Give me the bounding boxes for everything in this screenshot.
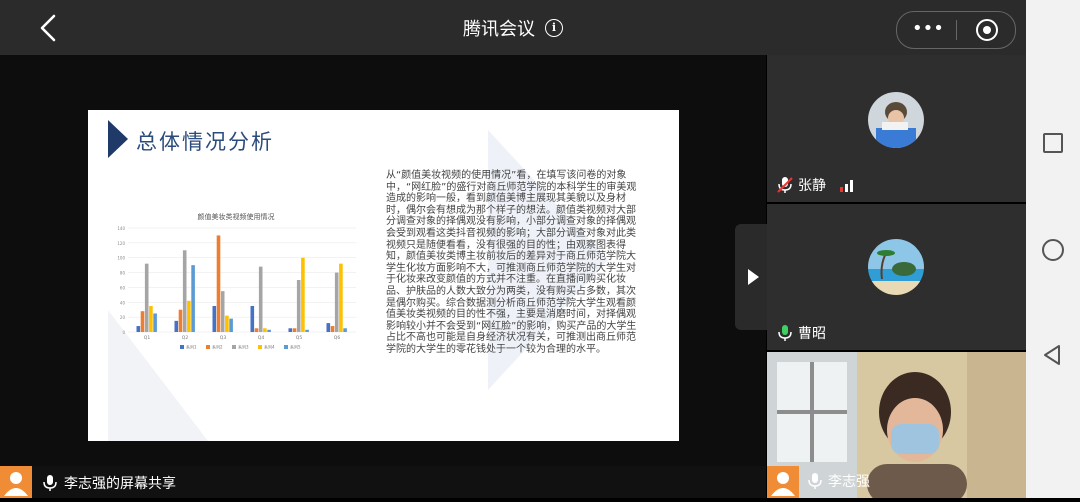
participant-name: 李志强 [828, 474, 870, 490]
bar [250, 306, 255, 332]
bar-chart: 颜值美妆类视频使用情况 0 20 40 60 80 100 120 140 Q1 Q2 Q3 Q4 Q5… [110, 212, 362, 352]
y-tick-label: 120 [117, 241, 125, 246]
user-icon [771, 472, 795, 496]
y-tick-label: 20 [120, 315, 126, 320]
bar [267, 329, 271, 332]
participant-label: 张静 [777, 175, 855, 195]
y-tick-label: 100 [117, 256, 125, 261]
legend-label: 系列2 [212, 344, 223, 350]
avatar-beach-image [868, 239, 924, 295]
bar [225, 315, 229, 332]
bar [149, 306, 153, 332]
bar [220, 291, 225, 332]
y-tick-label: 0 [122, 330, 125, 335]
y-tick-label: 60 [120, 285, 126, 290]
bar [263, 328, 267, 332]
info-icon[interactable]: i [545, 18, 563, 37]
share-label-text: 李志强的屏幕共享 [64, 476, 176, 492]
participant-tile-3[interactable]: 李志强 [767, 352, 1026, 498]
chart-title: 颜值美妆类视频使用情况 [197, 213, 275, 221]
x-tick-label: Q3 [220, 335, 227, 341]
more-options-icon[interactable]: ••• [912, 12, 944, 48]
bar [216, 235, 221, 332]
nav-back-icon[interactable] [1040, 343, 1064, 367]
x-tick-label: Q1 [144, 335, 151, 341]
legend-swatch [258, 345, 262, 349]
legend-swatch [232, 345, 236, 349]
bar [212, 306, 217, 332]
mic-icon [808, 473, 822, 489]
avatar [868, 239, 924, 295]
close-target-icon[interactable] [976, 19, 998, 41]
bar [258, 266, 263, 332]
title-group: 腾讯会议 i [0, 0, 1026, 55]
sharer-avatar [0, 466, 32, 498]
avatar [868, 92, 924, 148]
bar [330, 326, 335, 332]
home-icon[interactable] [1042, 239, 1064, 261]
bar [174, 320, 179, 332]
legend-swatch [284, 345, 288, 349]
bar [301, 257, 305, 332]
bar [326, 323, 331, 332]
y-tick-label: 80 [120, 271, 126, 276]
bar [343, 328, 347, 332]
bar [140, 311, 145, 332]
x-tick-label: Q5 [296, 335, 303, 341]
bar [288, 328, 293, 332]
share-label-strip: 李志强的屏幕共享 [0, 466, 766, 498]
slide-title: 总体情况分析 [136, 130, 274, 154]
participant-tile-2[interactable]: 曹昭 [767, 204, 1026, 350]
meeting-title: 腾讯会议 [463, 18, 535, 40]
bar [305, 329, 309, 332]
recent-apps-icon[interactable] [1043, 133, 1063, 153]
chart-svg: 0 20 40 60 80 100 120 140 Q1 Q2 Q3 Q4 Q5 Q6 系列1 系列2 系列3 系… [117, 226, 356, 350]
avatar-child-image [868, 92, 924, 148]
participant-label: 曹昭 [777, 323, 826, 343]
avatar-placeholder [767, 466, 799, 498]
bar [296, 280, 301, 332]
mini-program-capsule: ••• [896, 11, 1016, 49]
shared-slide: 总体情况分析 颜值美妆类视频使用情况 0 20 40 60 80 100 120 140 Q1 Q… [88, 110, 679, 441]
bar [144, 263, 149, 332]
mic-icon [43, 475, 57, 491]
bar [339, 263, 343, 332]
signal-icon [840, 180, 853, 192]
legend-label: 系列4 [264, 344, 275, 350]
y-tick-label: 140 [117, 226, 125, 231]
user-icon [4, 472, 28, 496]
system-nav-bar [1026, 0, 1080, 498]
mic-active-icon [778, 325, 792, 341]
participant-tile-1[interactable]: 张静 [767, 55, 1026, 202]
mic-muted-icon [777, 177, 793, 193]
participant-label: 李志强 [807, 471, 870, 491]
legend-label: 系列1 [186, 344, 197, 350]
legend-label: 系列5 [290, 344, 301, 350]
x-tick-label: Q6 [334, 335, 341, 341]
x-tick-label: Q2 [182, 335, 189, 341]
bar [334, 272, 339, 332]
participant-name: 张静 [798, 178, 826, 194]
bar [182, 250, 187, 332]
top-bar: 腾讯会议 i ••• [0, 0, 1026, 55]
legend-swatch [180, 345, 184, 349]
capsule-divider [956, 20, 957, 40]
x-tick-label: Q4 [258, 335, 265, 341]
bar [178, 309, 183, 332]
bar [229, 318, 233, 332]
share-label: 李志强的屏幕共享 [42, 473, 176, 493]
participant-video [767, 352, 1026, 498]
bar [136, 326, 141, 332]
bar [187, 300, 191, 332]
legend-label: 系列3 [238, 344, 249, 350]
y-tick-label: 40 [120, 300, 126, 305]
legend-swatch [206, 345, 210, 349]
bar [191, 265, 195, 332]
slide-paragraph: 从“颜值美妆视频的使用情况”看，在填写该问卷的对象中，“网红脸”的盛行对商丘师范… [386, 170, 637, 355]
bar [292, 328, 297, 332]
bar [153, 313, 157, 332]
participant-name: 曹昭 [798, 326, 826, 342]
bar [254, 328, 259, 332]
